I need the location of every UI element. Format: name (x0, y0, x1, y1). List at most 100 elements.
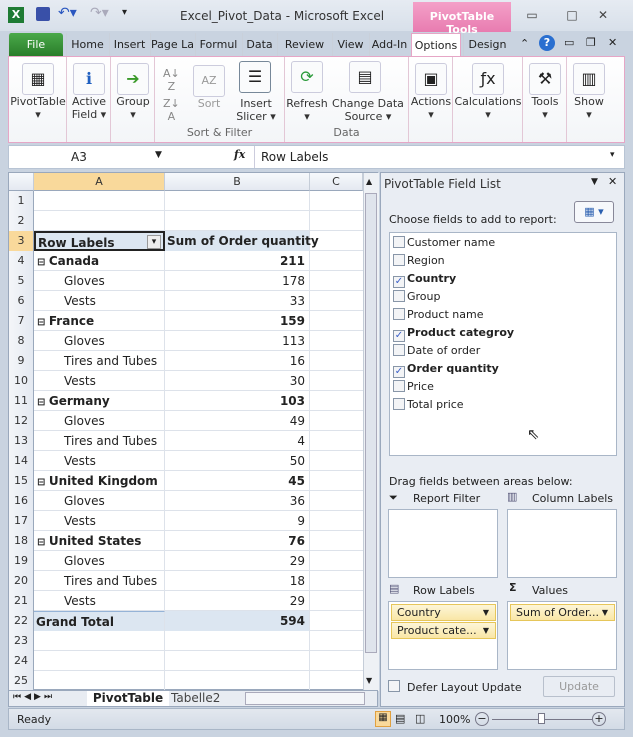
sort-button[interactable]: Sort (191, 97, 227, 110)
cell-a[interactable]: Vests (34, 371, 165, 391)
zoom-in-icon[interactable]: + (592, 712, 606, 726)
sheet-tab-tabelle2[interactable]: Tabelle2 (171, 691, 231, 706)
cell-b[interactable]: Sum of Order quantity (165, 231, 319, 251)
insert-slicer-button[interactable]: Insert Slicer ▾ (231, 97, 281, 123)
row-header[interactable]: 1 (9, 191, 34, 211)
active-field-button[interactable]: Active Field ▾ (67, 95, 111, 121)
cell-a[interactable]: ⊟ France (34, 311, 165, 331)
cell-a[interactable]: Gloves (34, 271, 165, 291)
row-header[interactable]: 9 (9, 351, 34, 371)
cell-a[interactable]: Vests (34, 511, 165, 531)
row-field-country[interactable]: Country ▼ (391, 604, 496, 621)
sort-a-z-icon[interactable]: A↓ Z (163, 67, 180, 93)
cell-a[interactable]: Gloves (34, 491, 165, 511)
dropdown-icon[interactable]: ▼ (602, 605, 608, 620)
cell-a[interactable]: Vests (34, 451, 165, 471)
cell-a[interactable]: Tires and Tubes (34, 351, 165, 371)
checked-checkbox-icon[interactable]: ✓ (393, 276, 405, 288)
calculations-button[interactable]: Calculations ▾ (453, 95, 523, 121)
tab-page-layout[interactable]: Page La (150, 33, 194, 56)
column-header-b[interactable]: B (165, 173, 310, 191)
insert-function-icon[interactable]: fx (234, 148, 245, 161)
cell-a[interactable]: Tires and Tubes (34, 571, 165, 591)
cell-a[interactable]: Row Labels ▾ (34, 231, 165, 251)
dropdown-icon[interactable]: ▼ (483, 623, 489, 638)
row-header[interactable]: 21 (9, 591, 34, 611)
column-labels-area[interactable] (507, 509, 617, 578)
page-layout-view-icon[interactable]: ▤ (395, 712, 405, 725)
field-item[interactable]: Region (393, 252, 445, 270)
tab-home[interactable]: Home (66, 33, 108, 56)
field-item[interactable]: ✓ Product categroy (393, 324, 514, 342)
row-header[interactable]: 5 (9, 271, 34, 291)
row-header[interactable]: 8 (9, 331, 34, 351)
row-header[interactable]: 3 (9, 231, 34, 251)
collapse-icon[interactable]: ⊟ (37, 537, 49, 548)
cell-a[interactable]: ⊟ United States (34, 531, 165, 551)
tab-file[interactable]: File (8, 33, 63, 56)
sort-z-a-icon[interactable]: Z↓ A (163, 97, 180, 123)
row-header[interactable]: 18 (9, 531, 34, 551)
row-header[interactable]: 4 (9, 251, 34, 271)
collapse-ribbon-icon[interactable]: ⌃ (520, 37, 529, 50)
horizontal-scrollbar[interactable] (245, 692, 365, 705)
cell-b[interactable]: 30 (165, 371, 310, 391)
collapse-icon[interactable]: ⊟ (37, 257, 49, 268)
tab-review[interactable]: Review (277, 33, 331, 56)
cell-b[interactable]: 9 (165, 511, 310, 531)
cell-b[interactable]: 178 (165, 271, 310, 291)
name-box[interactable]: A3 (9, 146, 169, 168)
group-button[interactable]: Group ▾ (111, 95, 155, 121)
cell-a[interactable] (34, 211, 165, 231)
expand-formula-bar-icon[interactable]: ▾ (610, 150, 615, 160)
task-pane-options-icon[interactable]: ▼ (591, 177, 598, 187)
row-header[interactable]: 13 (9, 431, 34, 451)
report-filter-area[interactable] (388, 509, 498, 578)
row-field-product-category[interactable]: Product cate... ▼ (391, 622, 496, 639)
dropdown-icon[interactable]: ▼ (483, 605, 489, 620)
cell-b[interactable]: 159 (165, 311, 310, 331)
tab-add-in[interactable]: Add-In (369, 33, 409, 56)
cell-b[interactable] (165, 191, 310, 211)
tab-design[interactable]: Design (463, 33, 511, 56)
row-header[interactable]: 12 (9, 411, 34, 431)
cell-b[interactable]: 50 (165, 451, 310, 471)
checkbox-icon[interactable] (393, 398, 405, 410)
tab-view[interactable]: View (332, 33, 368, 56)
save-icon[interactable] (36, 7, 50, 21)
checked-checkbox-icon[interactable]: ✓ (393, 366, 405, 378)
value-field-sum-order[interactable]: Sum of Order... ▼ (510, 604, 615, 621)
checkbox-icon[interactable] (393, 344, 405, 356)
close-icon[interactable]: ✕ (592, 8, 614, 22)
cell-b[interactable] (165, 651, 310, 671)
checked-checkbox-icon[interactable]: ✓ (393, 330, 405, 342)
field-item[interactable]: ✓ Order quantity (393, 360, 499, 378)
cell-b[interactable]: 4 (165, 431, 310, 451)
help-icon[interactable]: ? (539, 35, 555, 51)
collapse-icon[interactable]: ⊟ (37, 317, 49, 328)
minimize-icon[interactable]: ▭ (521, 8, 543, 22)
update-button[interactable]: Update (543, 676, 615, 697)
close-pane-icon[interactable]: ✕ (608, 175, 617, 188)
row-header[interactable]: 22 (9, 611, 34, 631)
show-button[interactable]: Show ▾ (567, 95, 611, 121)
select-all-corner[interactable] (9, 173, 34, 191)
cell-b[interactable]: 594 (165, 611, 310, 631)
cell-a[interactable]: Vests (34, 291, 165, 311)
field-item[interactable]: Total price (393, 396, 464, 414)
row-header[interactable]: 6 (9, 291, 34, 311)
cell-a[interactable]: Gloves (34, 411, 165, 431)
row-header[interactable]: 23 (9, 631, 34, 651)
cell-b[interactable]: 45 (165, 471, 310, 491)
layout-options-button[interactable]: ▦ ▾ (574, 201, 614, 223)
workbook-close-icon[interactable]: ✕ (608, 36, 617, 49)
tab-insert[interactable]: Insert (109, 33, 149, 56)
cell-b[interactable] (165, 671, 310, 691)
row-header[interactable]: 24 (9, 651, 34, 671)
row-header[interactable]: 14 (9, 451, 34, 471)
normal-view-icon[interactable]: ▦ (375, 711, 391, 727)
row-header[interactable]: 25 (9, 671, 34, 691)
cell-b[interactable]: 103 (165, 391, 310, 411)
cell-a[interactable] (34, 191, 165, 211)
checkbox-icon[interactable] (393, 236, 405, 248)
